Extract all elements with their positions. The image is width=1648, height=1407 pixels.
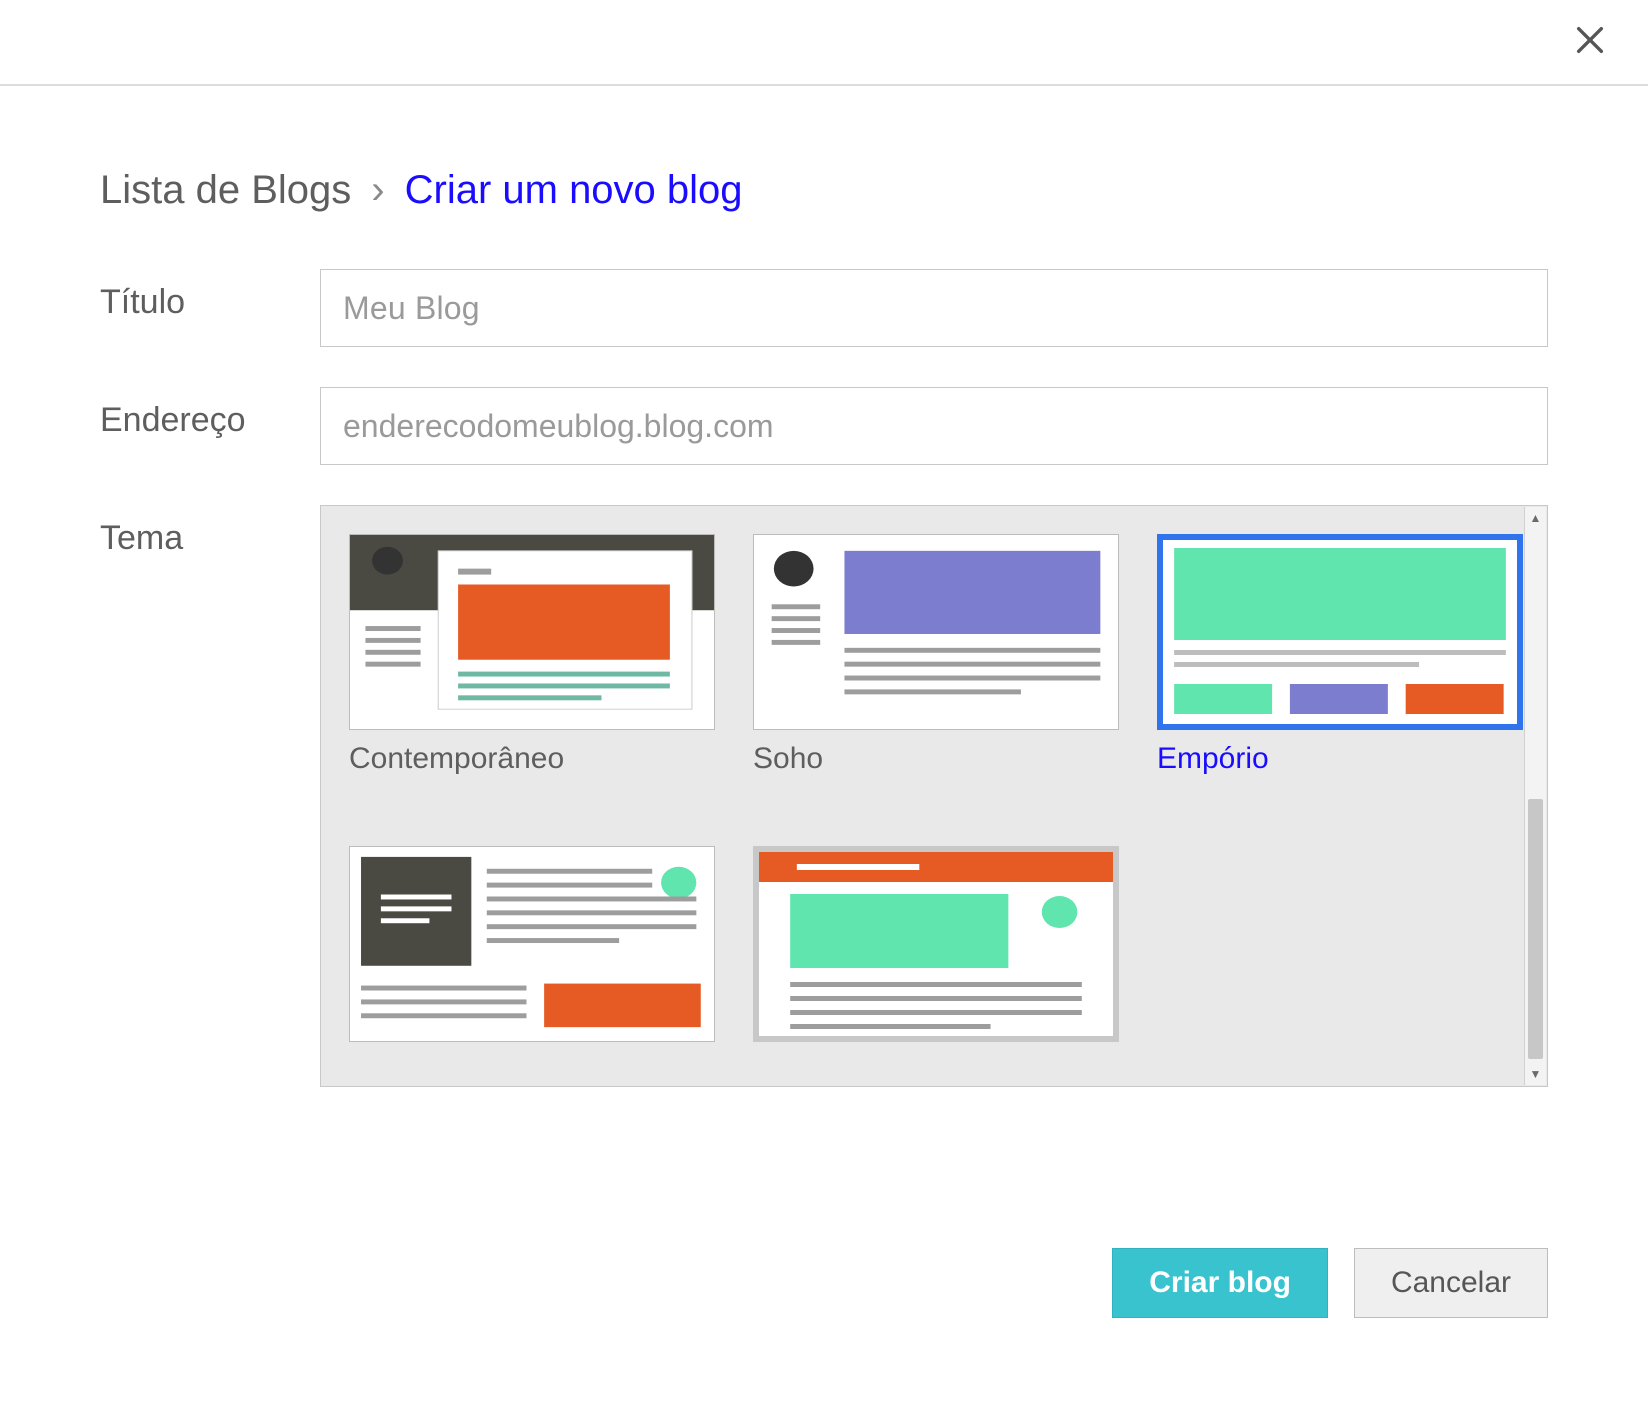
- scroll-down-icon[interactable]: ▼: [1525, 1063, 1546, 1085]
- theme-name: Soho: [753, 742, 1119, 776]
- cancel-button[interactable]: Cancelar: [1354, 1248, 1548, 1318]
- theme-card-5[interactable]: [753, 846, 1119, 1086]
- address-label: Endereço: [100, 387, 320, 440]
- close-icon: [1573, 23, 1607, 62]
- breadcrumb-current: Criar um novo blog: [405, 168, 743, 213]
- theme-thumb: [753, 846, 1119, 1042]
- theme-card-contemporaneo[interactable]: Contemporâneo: [349, 534, 715, 808]
- theme-label: Tema: [100, 505, 320, 558]
- theme-thumb: [753, 534, 1119, 730]
- scrollbar-track[interactable]: [1525, 529, 1546, 1063]
- breadcrumb-root[interactable]: Lista de Blogs: [100, 168, 351, 213]
- chevron-right-icon: ›: [371, 168, 384, 213]
- theme-thumb: [1157, 534, 1523, 730]
- address-input[interactable]: [320, 387, 1548, 465]
- close-button[interactable]: [1566, 18, 1614, 66]
- theme-thumb: [349, 534, 715, 730]
- header-divider: [0, 84, 1648, 86]
- title-label: Título: [100, 269, 320, 322]
- title-input[interactable]: [320, 269, 1548, 347]
- theme-name: Contemporâneo: [349, 742, 715, 776]
- theme-card-emporio[interactable]: Empório: [1157, 534, 1523, 808]
- theme-thumb: [349, 846, 715, 1042]
- theme-panel: Contemporâneo: [320, 505, 1548, 1087]
- create-blog-button[interactable]: Criar blog: [1112, 1248, 1328, 1318]
- breadcrumb: Lista de Blogs › Criar um novo blog: [100, 168, 1548, 213]
- theme-card-soho[interactable]: Soho: [753, 534, 1119, 808]
- scrollbar-thumb[interactable]: [1528, 799, 1543, 1059]
- theme-scrollbar[interactable]: ▲ ▼: [1524, 507, 1546, 1085]
- theme-card-4[interactable]: [349, 846, 715, 1086]
- scroll-up-icon[interactable]: ▲: [1525, 507, 1546, 529]
- theme-name: Empório: [1157, 742, 1523, 776]
